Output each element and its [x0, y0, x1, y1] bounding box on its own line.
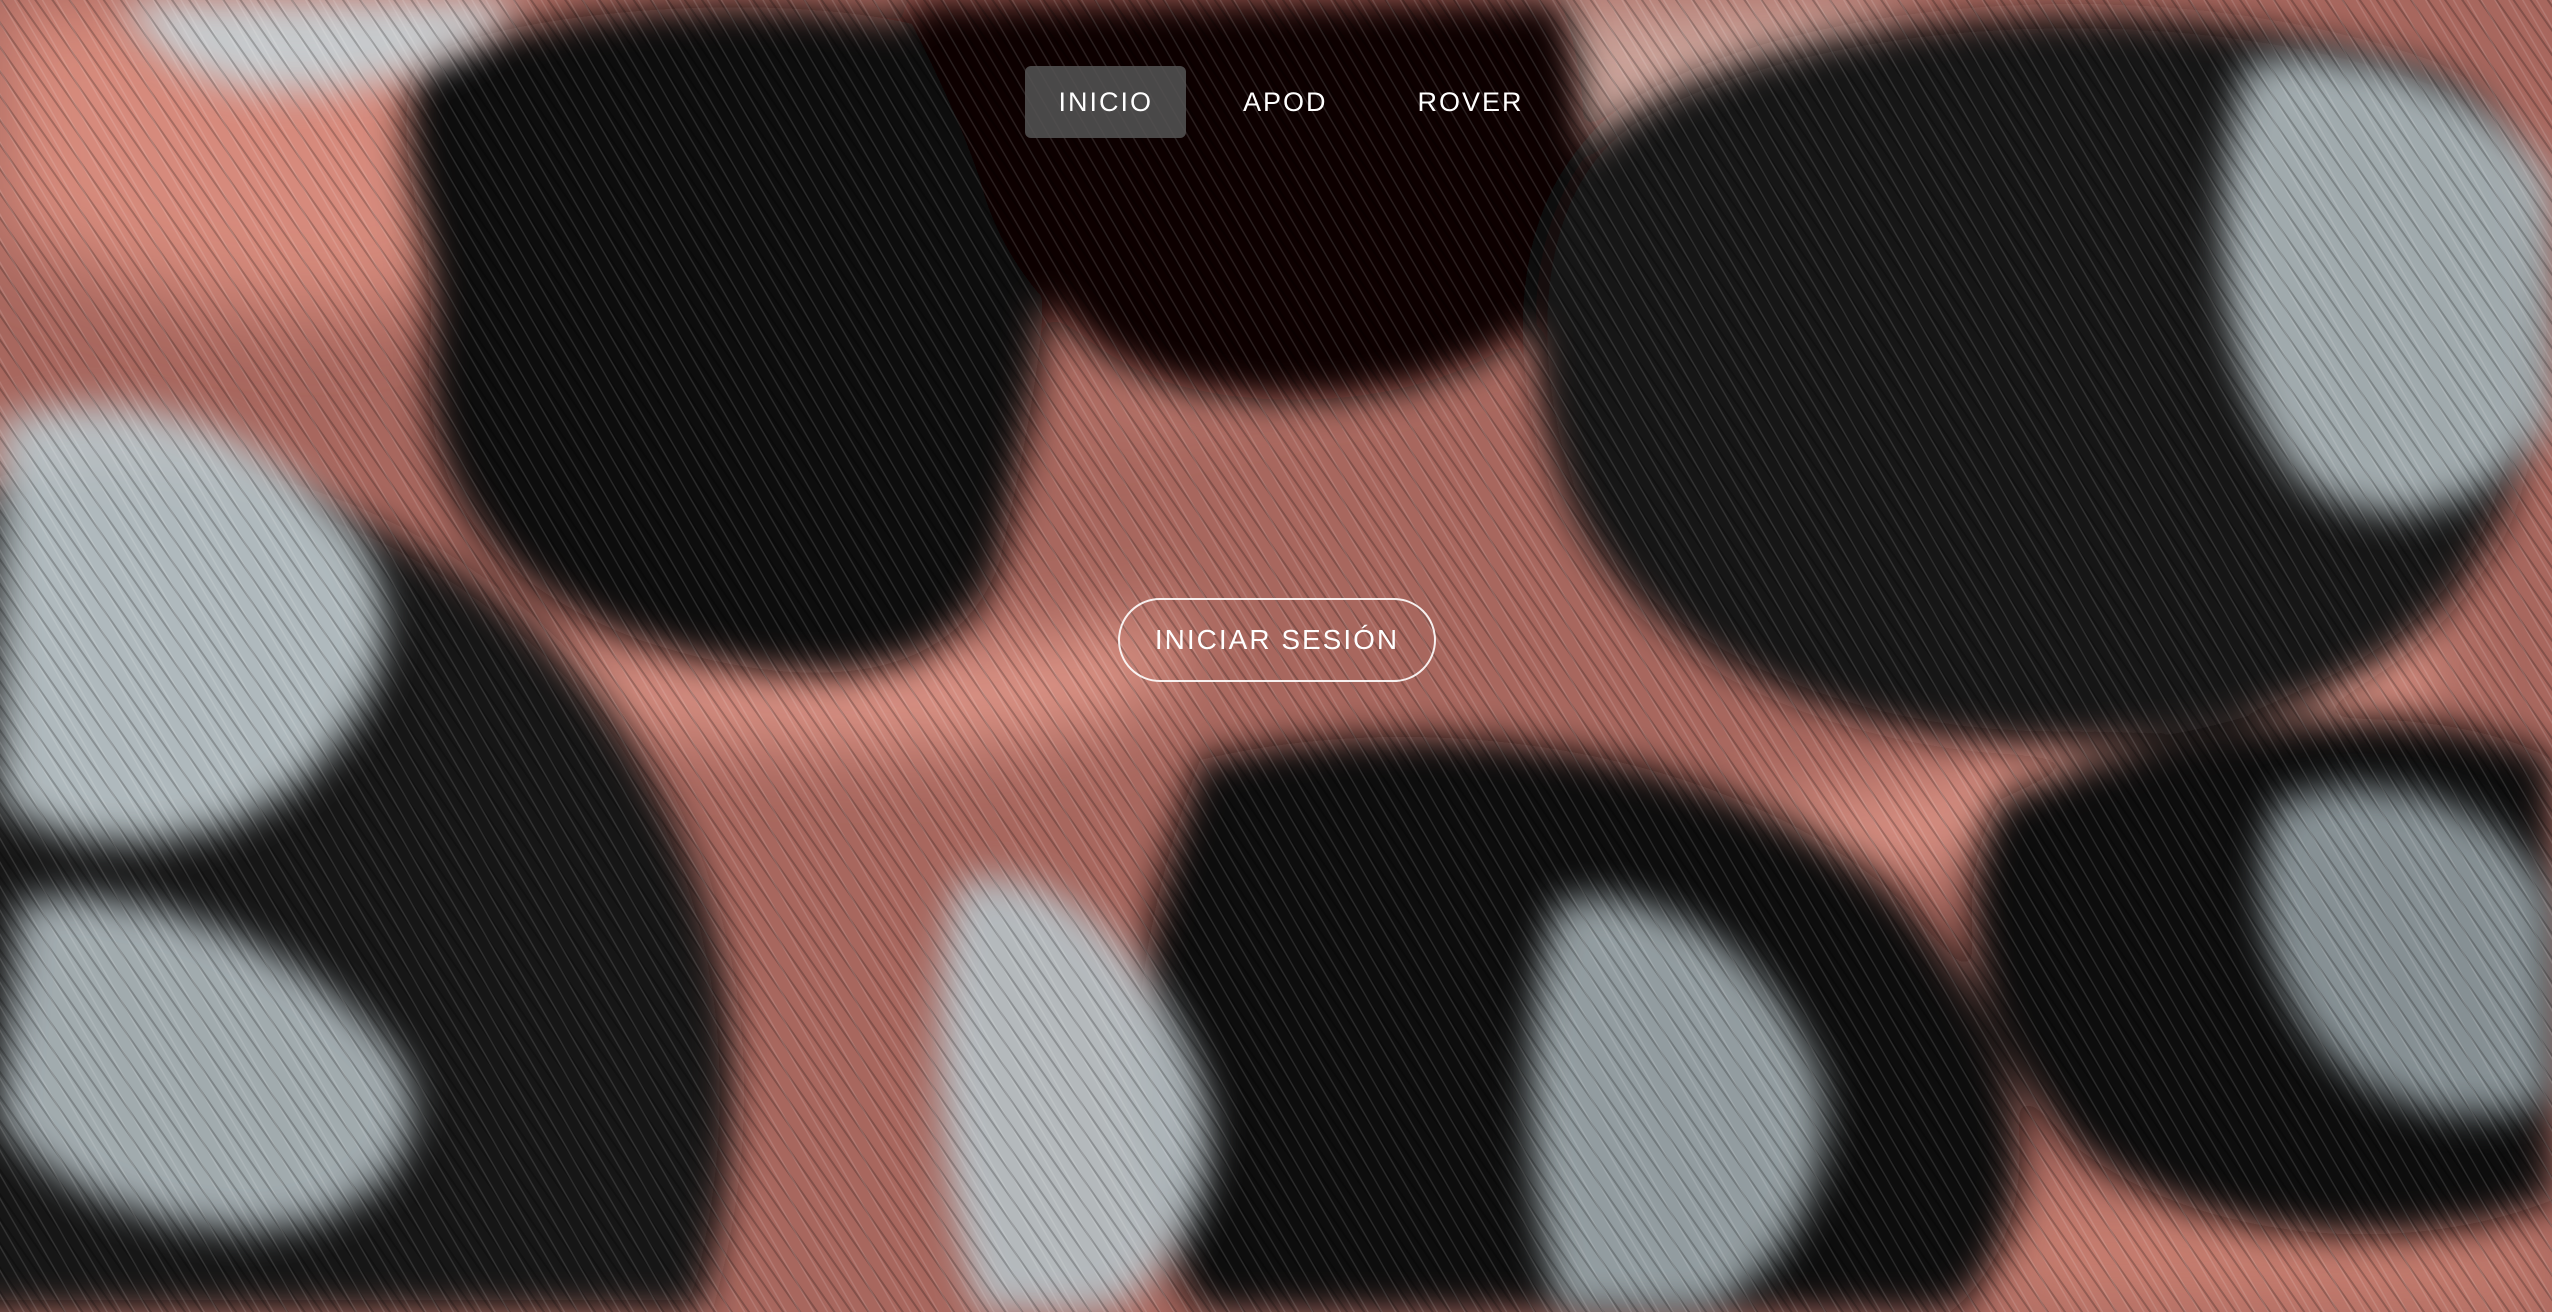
login-button[interactable]: INICIAR SESIÓN — [1118, 598, 1436, 682]
nav-item-apod[interactable]: APOD — [1210, 66, 1361, 138]
nav-item-rover[interactable]: ROVER — [1385, 66, 1557, 138]
main-nav: INICIO APOD ROVER — [0, 66, 2552, 138]
page: INICIO APOD ROVER INICIAR SESIÓN — [0, 0, 2552, 1312]
nav-item-inicio[interactable]: INICIO — [1025, 66, 1186, 138]
